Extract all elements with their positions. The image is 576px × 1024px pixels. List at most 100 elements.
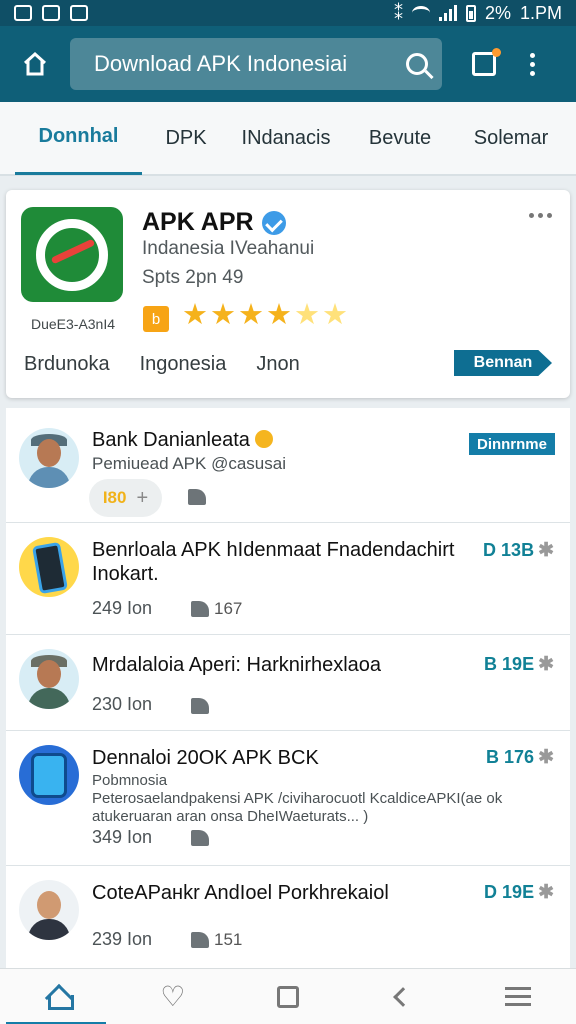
list-item-title-continued: Inokart. bbox=[92, 563, 159, 585]
download-count: 349 Ion bbox=[92, 827, 153, 847]
featured-labels: Brdunoka Ingonesia Jnon bbox=[24, 353, 300, 376]
like-count: 167 bbox=[214, 599, 243, 618]
wifi-icon bbox=[411, 6, 430, 20]
nav-back[interactable] bbox=[346, 969, 461, 1024]
vibration-icon: ⁑ bbox=[393, 2, 403, 23]
featured-title-text: APK APR bbox=[142, 208, 254, 236]
home-icon bbox=[46, 987, 74, 1010]
avatar bbox=[19, 745, 79, 805]
status-bar: ⁑ 2% 1.PM bbox=[0, 0, 576, 26]
star-icon: ★ bbox=[294, 299, 320, 331]
home-button[interactable] bbox=[0, 50, 70, 78]
like-count: 151 bbox=[214, 930, 243, 949]
category-tabs: Donnhal DPK INdanacis Bevute Solemar bbox=[0, 102, 576, 176]
list-item-subtitle: Pemiuead APK @casusai bbox=[92, 454, 286, 473]
status-right-icons: ⁑ 2% 1.PM bbox=[394, 3, 562, 24]
version-label: D 13B ✱ bbox=[483, 540, 554, 561]
search-input[interactable]: Download APK Indonesiai bbox=[70, 38, 442, 90]
list-item[interactable]: CoteAPaнkr AndIoel Porkhrekaiol 239 Ion … bbox=[6, 866, 570, 968]
list-item-description: atukeruaran aran onsa DheIWaeturats... ) bbox=[92, 808, 369, 825]
featured-app-meta: Spts 2pn 49 bbox=[142, 267, 244, 288]
app-bar: Download APK Indonesiai bbox=[0, 26, 576, 102]
thumbs-up-icon[interactable] bbox=[191, 698, 209, 714]
thumbs-up-icon[interactable] bbox=[188, 489, 206, 505]
nav-favorites[interactable]: ♡ bbox=[115, 969, 230, 1024]
signal-icon bbox=[438, 5, 457, 21]
star-rating: ★ ★ ★ ★ ★ ★ bbox=[182, 301, 348, 330]
battery-icon bbox=[465, 4, 476, 22]
version-label: B 19E ✱ bbox=[484, 654, 554, 675]
star-icon: ✱ bbox=[538, 882, 554, 903]
featured-app-subtitle: Indanesia IVeahanui bbox=[142, 238, 315, 259]
coin-pill[interactable]: I80 + bbox=[89, 479, 162, 517]
nav-home[interactable] bbox=[0, 969, 115, 1024]
nav-menu[interactable] bbox=[461, 969, 576, 1024]
version-label: D 19E ✱ bbox=[484, 882, 554, 903]
add-icon: + bbox=[136, 486, 149, 509]
avatar bbox=[19, 880, 79, 940]
app-logo bbox=[21, 207, 123, 302]
more-options-icon[interactable] bbox=[530, 52, 535, 76]
list-item-title: Bank Danianleata bbox=[92, 428, 274, 452]
list-item[interactable]: Mrdalaloia Aperi: Harknirhexlaoa 230 Ion… bbox=[6, 635, 570, 731]
back-icon bbox=[393, 986, 414, 1007]
square-icon bbox=[276, 985, 299, 1008]
list-item-description: Peterosaelandpakensi APK /civiharocuotl … bbox=[92, 790, 503, 807]
thumbs-up-icon[interactable] bbox=[191, 830, 209, 846]
list-item[interactable]: Benrloala APK hIdenmaat Fnadendachirt In… bbox=[6, 523, 570, 635]
search-text: Download APK Indonesiai bbox=[94, 51, 348, 76]
home-icon bbox=[23, 51, 47, 76]
notification-icon[interactable] bbox=[472, 48, 501, 76]
star-icon: ✱ bbox=[538, 540, 554, 561]
logo-caption: DueE3-A3nI4 bbox=[30, 316, 116, 332]
star-icon: ★ bbox=[182, 299, 208, 331]
avatar bbox=[19, 537, 79, 597]
clock: 1.PM bbox=[519, 2, 562, 23]
search-icon[interactable] bbox=[406, 53, 428, 75]
tab-dpk[interactable]: DPK bbox=[152, 101, 220, 175]
list-item[interactable]: Bank Danianleata Pemiuead APK @casusai D… bbox=[6, 408, 570, 523]
list-item-category: Pobmnosia bbox=[92, 772, 168, 789]
featured-app-title: APK APR bbox=[142, 208, 286, 237]
bottom-navigation: ♡ bbox=[0, 968, 576, 1024]
star-icon: ★ bbox=[322, 299, 348, 331]
list-item[interactable]: Dennaloi 20OK APK BCK Pobmnosia Peterosa… bbox=[6, 731, 570, 866]
download-button[interactable]: Bennan bbox=[454, 350, 552, 376]
star-icon: ✱ bbox=[538, 654, 554, 675]
list-item-title: CoteAPaнkr AndIoel Porkhrekaiol bbox=[92, 882, 389, 904]
content-rating-badge: b bbox=[143, 306, 169, 332]
nav-overview[interactable] bbox=[230, 969, 345, 1024]
download-count: 249 Ion bbox=[92, 598, 153, 618]
star-icon: ★ bbox=[238, 299, 264, 331]
star-icon: ★ bbox=[210, 299, 236, 331]
top-actions bbox=[472, 48, 535, 76]
refresh-arrow-icon bbox=[36, 218, 108, 291]
menu-icon bbox=[505, 987, 532, 1006]
avatar bbox=[19, 649, 79, 709]
status-badge[interactable]: Dinnrnme bbox=[469, 433, 555, 455]
tab-bevute[interactable]: Bevute bbox=[356, 101, 444, 175]
featured-app-card[interactable]: DueE3-A3nI4 APK APR Indanesia IVeahanui … bbox=[6, 190, 570, 398]
thumbs-up-icon[interactable] bbox=[191, 932, 209, 948]
featured-label: Brdunoka bbox=[24, 353, 110, 375]
emoji-icon bbox=[255, 430, 274, 448]
card-more-icon[interactable] bbox=[529, 213, 552, 218]
download-count: 239 Ion bbox=[92, 929, 153, 949]
featured-label: Jnon bbox=[256, 353, 300, 375]
star-icon: ★ bbox=[266, 299, 292, 331]
list-item-title: Dennaloi 20OK APK BCK bbox=[92, 747, 319, 769]
download-count: 230 Ion bbox=[92, 694, 153, 714]
verified-icon bbox=[261, 210, 286, 235]
list-item-title: Mrdalaloia Aperi: Harknirhexlaoa bbox=[92, 654, 382, 676]
list-item-title: Benrloala APK hIdenmaat Fnadendachirt bbox=[92, 539, 455, 561]
avatar bbox=[19, 428, 79, 488]
coin-count: I80 bbox=[102, 488, 127, 507]
tab-download[interactable]: Donnhal bbox=[15, 101, 142, 175]
tab-indonesia[interactable]: INdanacis bbox=[230, 101, 342, 175]
star-icon: ✱ bbox=[538, 747, 554, 768]
featured-label: Ingonesia bbox=[139, 353, 227, 375]
heart-icon: ♡ bbox=[160, 980, 186, 1012]
app-list: Bank Danianleata Pemiuead APK @casusai D… bbox=[6, 408, 570, 968]
thumbs-up-icon[interactable] bbox=[191, 601, 209, 617]
tab-solemar[interactable]: Solemar bbox=[464, 101, 558, 175]
